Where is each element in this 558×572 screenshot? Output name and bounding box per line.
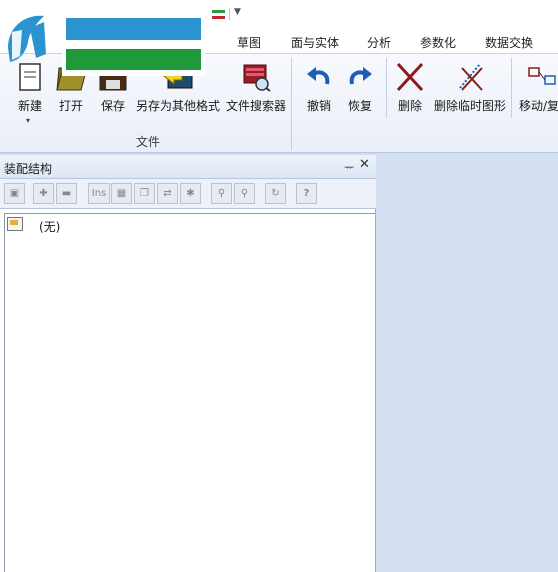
- redo-button-label: 恢复: [347, 99, 372, 113]
- save-icon[interactable]: ▣: [4, 183, 25, 204]
- file-searcher-button[interactable]: 文件搜索器: [224, 54, 288, 126]
- move-copy-button-label: 移动/复: [519, 99, 558, 113]
- copy-component-icon[interactable]: ❐: [134, 183, 155, 204]
- delete-temp-graphics-button[interactable]: 删除临时图形: [431, 54, 509, 126]
- replace-icon[interactable]: ⇄: [157, 183, 178, 204]
- save-as-button-label: 另存为其他格式: [135, 99, 220, 113]
- redo-icon: [349, 67, 372, 85]
- settings-icon[interactable]: ✱: [180, 183, 201, 204]
- assembly-structure-panel: 装配结构 ᅲ ✕ ▣ ✚ ▬ Ins ▦ ❐ ⇄ ✱ ⚲ ⚲ ↻ ? (无): [0, 155, 376, 572]
- tab-parametric[interactable]: 参数化: [420, 34, 456, 51]
- component-icon[interactable]: ▦: [111, 183, 132, 204]
- file-search-icon: [243, 64, 271, 92]
- tab-face-solid[interactable]: 面与实体: [291, 34, 339, 51]
- button-separator: [386, 58, 387, 118]
- panel-toolbar: ▣ ✚ ▬ Ins ▦ ❐ ⇄ ✱ ⚲ ⚲ ↻ ?: [0, 179, 376, 209]
- new-dropdown-icon[interactable]: ▾: [26, 116, 30, 125]
- button-separator-2: [511, 58, 512, 118]
- undo-button[interactable]: 撤销: [302, 54, 336, 126]
- new-button-label: 新建: [17, 99, 42, 113]
- close-icon[interactable]: ✕: [359, 157, 370, 172]
- refresh-icon[interactable]: ↻: [265, 183, 286, 204]
- assembly-tree[interactable]: (无): [4, 213, 375, 572]
- quick-access-icon[interactable]: [212, 10, 225, 19]
- tab-data-exchange[interactable]: 数据交换: [485, 34, 533, 51]
- file-group-label: 文件: [136, 135, 161, 149]
- tree-item-label: (无): [39, 220, 61, 234]
- delete-temp-graphics-label: 删除临时图形: [433, 99, 506, 113]
- open-button-label: 打开: [58, 99, 83, 113]
- graphics-area[interactable]: [377, 155, 558, 572]
- logo-mark-icon: [8, 15, 46, 62]
- delete-temp-icon: [459, 63, 483, 91]
- group-separator: [291, 58, 292, 150]
- panel-title: 装配结构: [4, 162, 53, 176]
- pin-icon[interactable]: ᅲ: [344, 159, 354, 175]
- insert-button[interactable]: Ins: [88, 183, 110, 204]
- redo-button[interactable]: 恢复: [343, 54, 377, 126]
- move-copy-icon: [528, 67, 556, 85]
- quick-access-separator: [229, 8, 230, 20]
- add-icon[interactable]: ✚: [33, 183, 54, 204]
- delete-button[interactable]: 删除: [394, 54, 426, 126]
- quick-access-dropdown-icon[interactable]: ▼: [234, 7, 241, 17]
- move-copy-button[interactable]: 移动/复: [517, 54, 558, 126]
- find-icon[interactable]: ⚲: [211, 183, 232, 204]
- remove-icon[interactable]: ▬: [56, 183, 77, 204]
- tab-sketch[interactable]: 草图: [237, 34, 261, 51]
- help-button[interactable]: ?: [296, 183, 317, 204]
- undo-icon: [307, 67, 330, 85]
- save-button-label: 保存: [100, 99, 125, 113]
- delete-button-label: 删除: [397, 99, 422, 113]
- undo-button-label: 撤销: [306, 99, 331, 113]
- panel-header: 装配结构 ᅲ ✕: [0, 155, 376, 179]
- tab-analysis[interactable]: 分析: [367, 34, 391, 51]
- delete-icon: [396, 62, 424, 92]
- watermark-logo: [0, 8, 205, 76]
- file-searcher-button-label: 文件搜索器: [225, 99, 286, 113]
- assembly-icon: [7, 217, 23, 231]
- find-next-icon[interactable]: ⚲: [234, 183, 255, 204]
